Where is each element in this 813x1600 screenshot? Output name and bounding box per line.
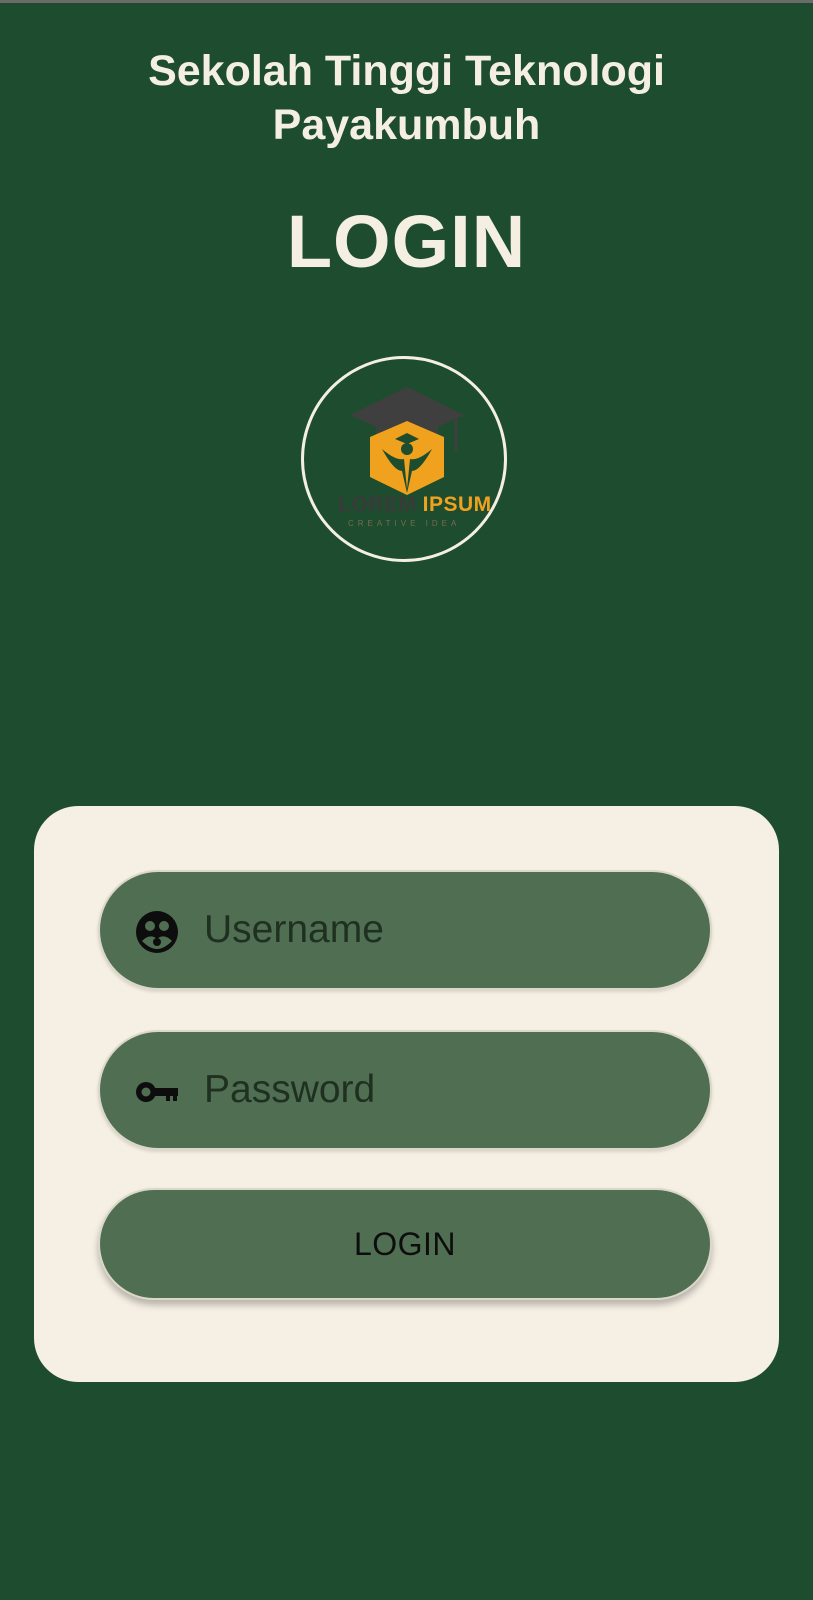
username-field[interactable]	[98, 870, 712, 990]
username-input[interactable]	[204, 872, 674, 988]
graduation-cap-icon	[350, 387, 464, 495]
status-bar-edge	[0, 0, 813, 3]
school-name-line1: Sekolah Tinggi Teknologi	[148, 47, 665, 95]
logo-tagline: CREATIVE IDEA	[348, 519, 461, 528]
logo: LOREM IPSUM CREATIVE IDEA	[301, 356, 507, 562]
school-name: Sekolah Tinggi Teknologi Payakumbuh	[0, 44, 813, 152]
page-title: LOGIN	[286, 200, 527, 283]
account-circle-icon	[136, 911, 178, 953]
login-card: LOGIN	[34, 806, 779, 1382]
password-field[interactable]	[98, 1030, 712, 1150]
key-icon	[136, 1082, 178, 1102]
login-button[interactable]: LOGIN	[98, 1188, 712, 1300]
logo-wordmark-accent: IPSUM	[422, 493, 492, 516]
logo-wordmark-dim: LOREM	[338, 493, 423, 516]
logo-wordmark: LOREM IPSUM	[338, 493, 508, 517]
password-input[interactable]	[204, 1032, 674, 1148]
school-name-line2: Payakumbuh	[272, 101, 541, 149]
